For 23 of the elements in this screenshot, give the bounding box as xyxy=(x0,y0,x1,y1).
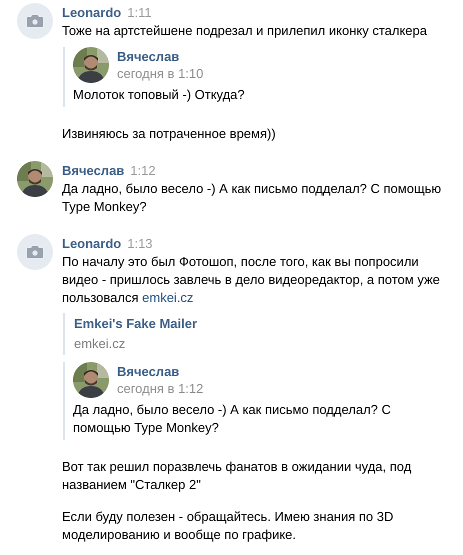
link-card-title[interactable]: Emkei's Fake Mailer xyxy=(74,314,457,334)
author-name[interactable]: Leonardo xyxy=(62,235,122,253)
message-text: Да ладно, было весело -) А как письмо подделал? С помощью Type Monkey? xyxy=(62,180,442,216)
message-text: Тоже на артстейшене подрезал и прилепил иконку сталкера xyxy=(62,22,428,40)
camera-avatar-icon xyxy=(17,3,53,39)
message-time: 1:11 xyxy=(127,4,152,22)
message-time: 1:12 xyxy=(130,162,156,180)
link[interactable]: emkei.cz xyxy=(142,290,194,305)
message-text: По началу это был Фотошоп, после того, как вы попросили видео - пришлось завлечь в дело видеоредактор, а потом уже пользовался emkei.cz xyxy=(62,253,441,307)
author-name[interactable]: Вячеслав xyxy=(62,162,124,180)
message-date: сегодня в 1:12 xyxy=(117,380,204,398)
message-date: сегодня в 1:10 xyxy=(117,64,204,82)
message-text: Извиняюсь за потраченное время)) xyxy=(62,125,277,143)
author-name[interactable]: Leonardo xyxy=(62,4,122,22)
message-text: Если буду полезен - обращайтесь. Имею знания по 3D моделированию и вообще по графике. xyxy=(62,508,394,544)
link-card-url: emkei.cz xyxy=(74,335,126,353)
message-time: 1:13 xyxy=(127,235,153,253)
sender-name: Вячеслав xyxy=(117,362,180,380)
forwarded-message-text: Да ладно, было весело -) А как письмо подделал? С помощью Type Monkey? xyxy=(73,401,392,437)
camera-avatar-icon xyxy=(17,234,53,270)
message-text: Вот так решил поразвлечь фанатов в ожидании чуда, под названием "Сталкер 2" xyxy=(62,458,412,494)
sender-name: Вячеслав xyxy=(117,48,180,64)
forwarded-message-text: Молоток топовый -) Откуда? xyxy=(73,86,246,104)
